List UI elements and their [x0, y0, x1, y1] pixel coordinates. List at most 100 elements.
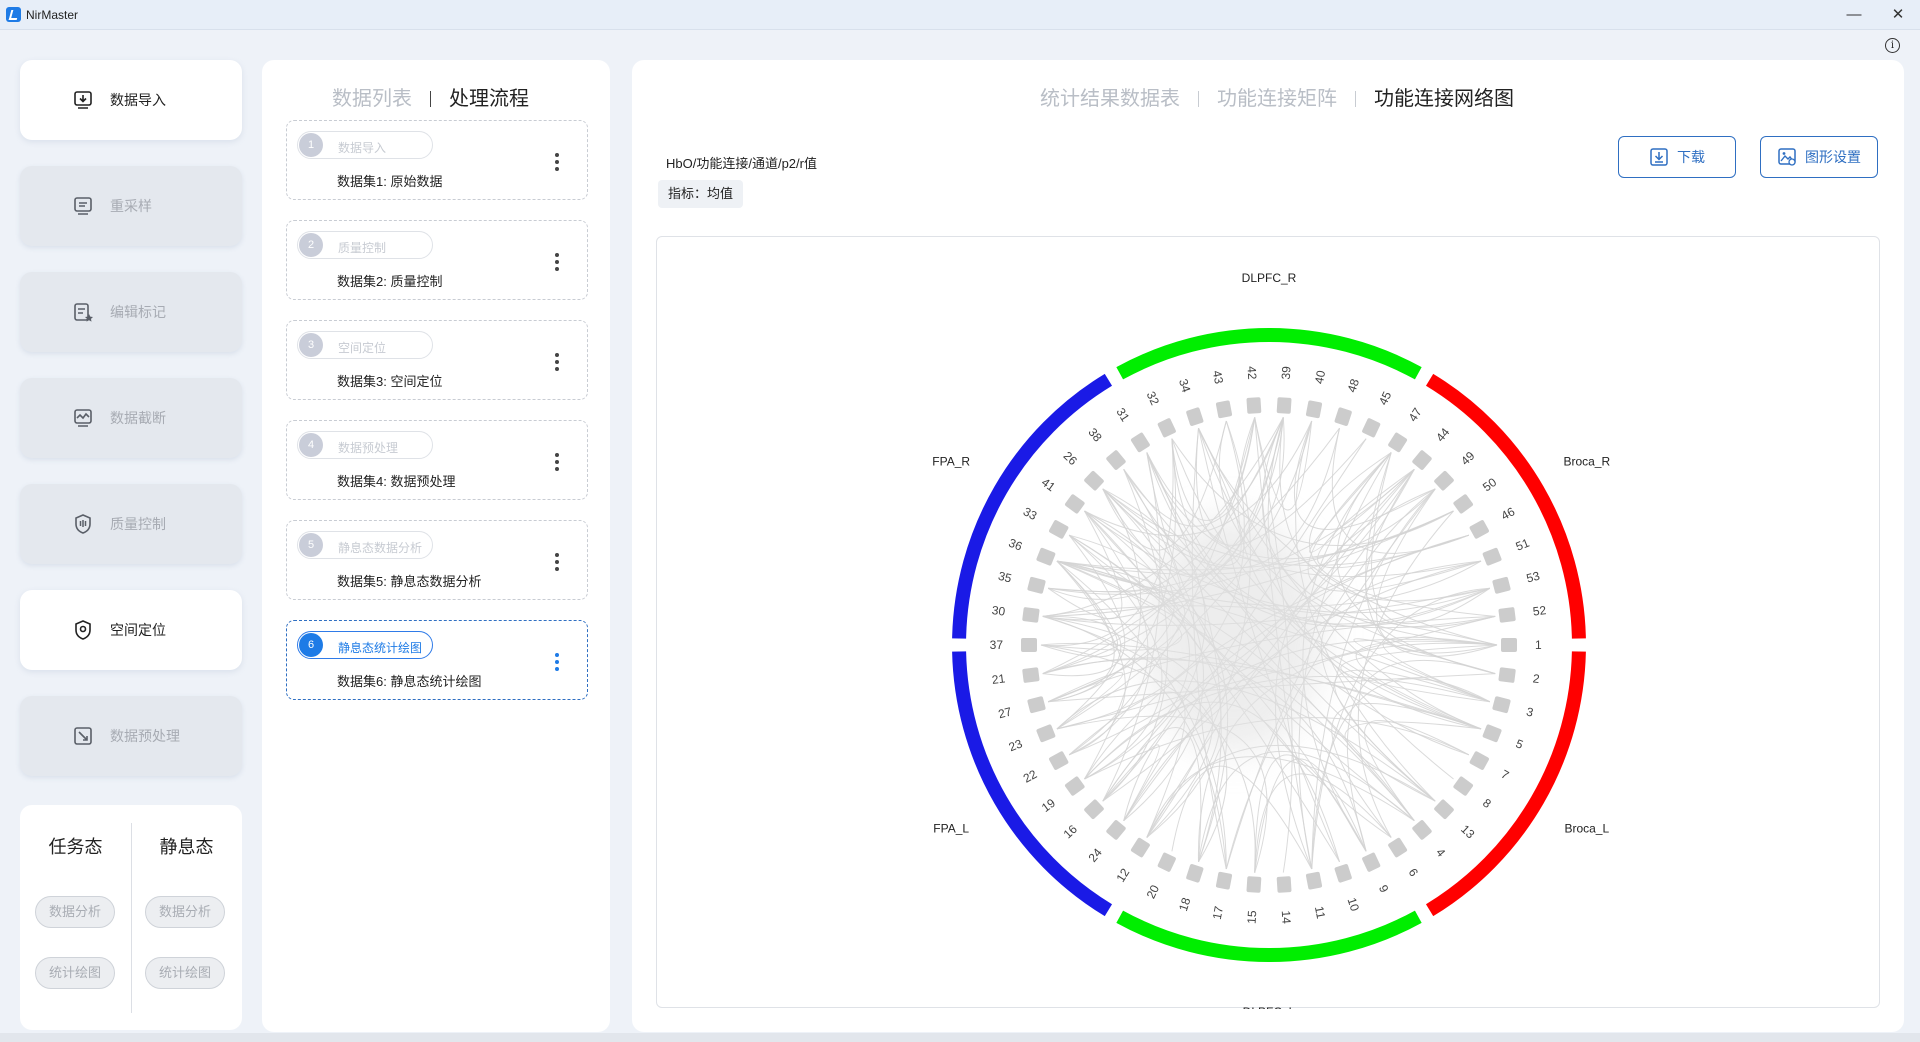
- channel-label: 27: [997, 704, 1014, 721]
- channel-label: 11: [1312, 905, 1328, 920]
- channel-label: 1: [1535, 638, 1542, 652]
- rest-mode-title: 静息态: [159, 837, 214, 857]
- sidebar-item-3[interactable]: 编辑标记: [20, 272, 242, 352]
- more-menu-icon[interactable]: [547, 251, 567, 273]
- region-label: FPA_L: [933, 822, 969, 836]
- sidebar-item-7[interactable]: 数据预处理: [20, 696, 242, 776]
- channel-node: [1388, 432, 1408, 453]
- channel-label: 37: [990, 638, 1004, 652]
- channel-node: [1215, 871, 1233, 890]
- sidebar-item-1[interactable]: 数据导入: [20, 60, 242, 140]
- metric-badge: 指标：均值: [658, 180, 744, 208]
- channel-node: [1027, 696, 1046, 714]
- step-number: 1: [299, 133, 323, 157]
- close-button[interactable]: ✕: [1884, 4, 1912, 26]
- step-number: 3: [299, 333, 323, 357]
- channel-label: 7: [1499, 767, 1512, 783]
- tab-separator: [1198, 91, 1199, 107]
- channel-label: 3: [1525, 704, 1535, 719]
- channel-node: [1498, 607, 1516, 623]
- channel-label: 23: [1007, 736, 1025, 754]
- step-pill: 3 空间定位: [297, 331, 433, 359]
- tab-data-list[interactable]: 数据列表: [332, 82, 412, 111]
- channel-label: 17: [1210, 905, 1226, 921]
- channel-label: 33: [1021, 504, 1040, 523]
- channel-label: 41: [1039, 475, 1058, 494]
- channel-label: 4: [1433, 846, 1448, 860]
- channel-node: [1084, 799, 1104, 820]
- channel-node: [1186, 407, 1204, 426]
- channel-label: 19: [1039, 796, 1058, 815]
- sidebar-item-2[interactable]: 重采样: [20, 166, 242, 246]
- channel-node: [1482, 724, 1502, 743]
- channel-node: [1453, 494, 1473, 514]
- location-icon: [75, 620, 91, 640]
- channel-node: [1482, 547, 1502, 566]
- chart-settings-button[interactable]: 图形设置: [1760, 136, 1878, 178]
- more-menu-icon[interactable]: [547, 151, 567, 173]
- region-arc-dlpfc-r: [1116, 327, 1422, 380]
- channel-label: 49: [1458, 448, 1478, 468]
- region-label: Broca_L: [1564, 822, 1609, 836]
- step-label: 静息态数据分析: [338, 541, 423, 555]
- channel-label: 43: [1210, 369, 1226, 385]
- step-number: 2: [299, 233, 323, 257]
- title-bar: NirMaster — ✕: [0, 0, 1920, 30]
- tab-fc-matrix[interactable]: 功能连接矩阵: [1217, 82, 1337, 111]
- step-card[interactable]: 3 空间定位 数据集3: 空间定位: [286, 320, 588, 400]
- rest-analysis-button[interactable]: 数据分析: [145, 896, 225, 928]
- more-menu-icon[interactable]: [547, 351, 567, 373]
- channel-node: [1049, 520, 1069, 539]
- tab-fc-network[interactable]: 功能连接网络图: [1374, 82, 1514, 111]
- preprocess-icon: [74, 727, 92, 745]
- info-icon[interactable]: i: [1885, 38, 1900, 53]
- image-settings-icon: [1778, 148, 1796, 166]
- more-menu-icon[interactable]: [547, 651, 567, 673]
- channel-node: [1036, 547, 1056, 566]
- step-card[interactable]: 1 数据导入 数据集1: 原始数据: [286, 120, 588, 200]
- download-icon: [1650, 148, 1668, 166]
- channel-node: [1276, 876, 1292, 893]
- chart-settings-label: 图形设置: [1805, 149, 1861, 165]
- task-analysis-button[interactable]: 数据分析: [35, 896, 115, 928]
- minimize-button[interactable]: —: [1840, 4, 1868, 26]
- region-label: Broca_R: [1563, 455, 1610, 469]
- flow-panel: 数据列表 处理流程 1 数据导入 数据集1: 原始数据 2 质量控制 数据集2: 质量控制 3…: [262, 60, 610, 1032]
- more-menu-icon[interactable]: [547, 551, 567, 573]
- step-card[interactable]: 5 静息态数据分析 数据集5: 静息态数据分析: [286, 520, 588, 600]
- step-dataset-name: 数据集6: 静息态统计绘图: [337, 674, 482, 689]
- channel-label: 26: [1061, 449, 1081, 469]
- data-path: HbO/功能连接/通道/p2/r值: [666, 156, 817, 171]
- channel-node: [1130, 837, 1150, 858]
- step-card[interactable]: 2 质量控制 数据集2: 质量控制: [286, 220, 588, 300]
- step-card[interactable]: 6 静息态统计绘图 数据集6: 静息态统计绘图: [286, 620, 588, 700]
- flow-tabs: 数据列表 处理流程: [332, 82, 529, 111]
- channel-node: [1412, 450, 1432, 470]
- task-plot-button[interactable]: 统计绘图: [35, 957, 115, 989]
- step-pill: 4 数据预处理: [297, 431, 433, 459]
- tab-stat-table[interactable]: 统计结果数据表: [1040, 82, 1180, 111]
- rest-plot-button[interactable]: 统计绘图: [145, 957, 225, 989]
- more-menu-icon[interactable]: [547, 451, 567, 473]
- channel-label: 48: [1345, 377, 1363, 394]
- tab-process-flow[interactable]: 处理流程: [449, 82, 529, 111]
- download-button[interactable]: 下载: [1618, 136, 1736, 178]
- step-pill: 2 质量控制: [297, 231, 433, 259]
- channel-node: [1022, 667, 1040, 683]
- channel-node: [1215, 400, 1233, 419]
- channel-label: 51: [1514, 536, 1532, 554]
- sidebar-item-5[interactable]: 质量控制: [20, 484, 242, 564]
- step-number: 4: [299, 433, 323, 457]
- channel-label: 35: [997, 569, 1014, 586]
- sidebar-item-6[interactable]: 空间定位: [20, 590, 242, 670]
- channel-label: 40: [1312, 369, 1328, 385]
- step-number: 5: [299, 533, 323, 557]
- tab-separator: [1355, 91, 1356, 107]
- sidebar-item-label: 数据预处理: [110, 728, 180, 744]
- region-label: FPA_R: [932, 455, 970, 469]
- channel-node: [1106, 450, 1126, 470]
- sidebar-item-4[interactable]: 数据截断: [20, 378, 242, 458]
- step-pill: 1 数据导入: [297, 131, 433, 159]
- channel-node: [1362, 418, 1381, 438]
- step-card[interactable]: 4 数据预处理 数据集4: 数据预处理: [286, 420, 588, 500]
